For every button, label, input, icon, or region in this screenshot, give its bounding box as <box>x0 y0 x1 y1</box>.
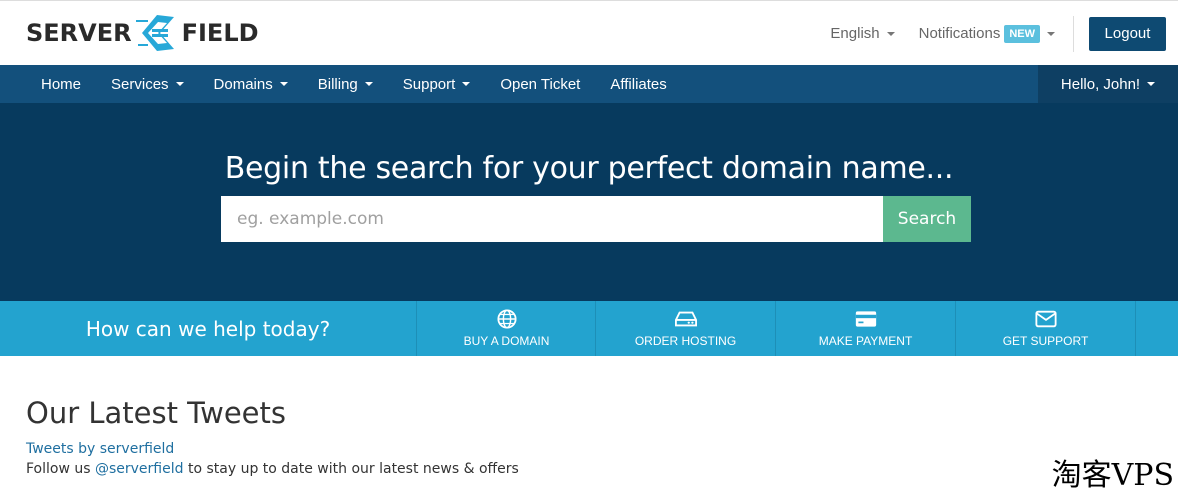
nav-item-label: Domains <box>213 75 273 93</box>
chevron-down-icon <box>886 31 895 36</box>
nav-item-label: Open Ticket <box>500 75 581 93</box>
language-dropdown[interactable]: English <box>830 25 895 42</box>
order-hosting-label: ORDER HOSTING <box>634 334 737 348</box>
logo-text-right: FIELD <box>181 19 259 47</box>
chevron-down-icon <box>364 82 373 86</box>
chevron-down-icon <box>462 82 471 86</box>
chevron-down-icon <box>1047 31 1055 36</box>
logout-button[interactable]: Logout <box>1089 16 1166 51</box>
server-field-logo-mark-icon <box>135 15 174 51</box>
user-greeting: Hello, John! <box>1060 75 1141 93</box>
site-logo[interactable]: SERVER FIELD <box>26 11 259 55</box>
credit-card-icon <box>855 311 876 327</box>
get-support-label: GET SUPPORT <box>1002 334 1089 348</box>
domain-search-hero: Begin the search for your perfect domain… <box>0 103 1178 301</box>
get-support-button[interactable]: GET SUPPORT <box>955 301 1135 356</box>
nav-item-open-ticket[interactable]: Open Ticket <box>485 65 595 103</box>
follow-prefix: Follow us <box>26 461 95 477</box>
notifications-new-badge: NEW <box>1004 24 1040 43</box>
user-menu-dropdown[interactable]: Hello, John! <box>1038 65 1178 103</box>
hero-title: Begin the search for your perfect domain… <box>224 151 954 186</box>
top-header: SERVER FIELD English Notifications NEW L… <box>0 0 1178 65</box>
buy-domain-button[interactable]: BUY A DOMAIN <box>416 301 596 356</box>
nav-item-label: Support <box>402 75 456 93</box>
follow-handle-link[interactable]: @serverfield <box>95 461 184 477</box>
tweets-follow-text: Follow us @serverfield to stay up to dat… <box>26 461 519 477</box>
domain-search-input[interactable] <box>221 196 883 242</box>
nav-item-label: Services <box>111 75 169 93</box>
nav-item-label: Home <box>41 75 82 93</box>
header-divider <box>1073 15 1074 52</box>
notifications-label: Notifications <box>918 25 1001 42</box>
envelope-icon <box>1034 310 1057 328</box>
nav-item-label: Billing <box>317 75 358 93</box>
main-navigation: Home Services Domains Billing Support Open Ti… <box>0 65 1178 103</box>
help-bar-divider <box>1135 301 1136 356</box>
nav-item-home[interactable]: Home <box>26 65 96 103</box>
order-hosting-button[interactable]: ORDER HOSTING <box>595 301 775 356</box>
nav-item-services[interactable]: Services <box>96 65 199 103</box>
chevron-down-icon <box>1147 82 1156 86</box>
nav-item-billing[interactable]: Billing <box>303 65 388 103</box>
globe-icon <box>496 309 517 329</box>
make-payment-button[interactable]: MAKE PAYMENT <box>775 301 955 356</box>
watermark: 淘客VPS <box>1049 456 1176 495</box>
help-title: How can we help today? <box>85 316 331 341</box>
nav-item-label: Affiliates <box>610 75 667 93</box>
follow-suffix: to stay up to date with our latest news … <box>183 461 519 477</box>
language-label: English <box>830 25 880 42</box>
tweets-by-link[interactable]: Tweets by serverfield <box>26 441 174 457</box>
buy-domain-label: BUY A DOMAIN <box>463 334 550 348</box>
domain-search-button[interactable]: Search <box>883 196 971 242</box>
nav-item-domains[interactable]: Domains <box>199 65 303 103</box>
logo-text-left: SERVER <box>26 19 132 47</box>
nav-item-support[interactable]: Support <box>388 65 486 103</box>
help-bar: How can we help today? BUY A DOMAIN ORDE… <box>0 301 1178 356</box>
tweets-heading: Our Latest Tweets <box>26 396 286 430</box>
hard-drive-icon <box>674 311 697 327</box>
chevron-down-icon <box>175 82 184 86</box>
chevron-down-icon <box>279 82 288 86</box>
notifications-dropdown[interactable]: Notifications NEW <box>918 24 1055 43</box>
nav-item-affiliates[interactable]: Affiliates <box>595 65 681 103</box>
make-payment-label: MAKE PAYMENT <box>818 334 913 348</box>
